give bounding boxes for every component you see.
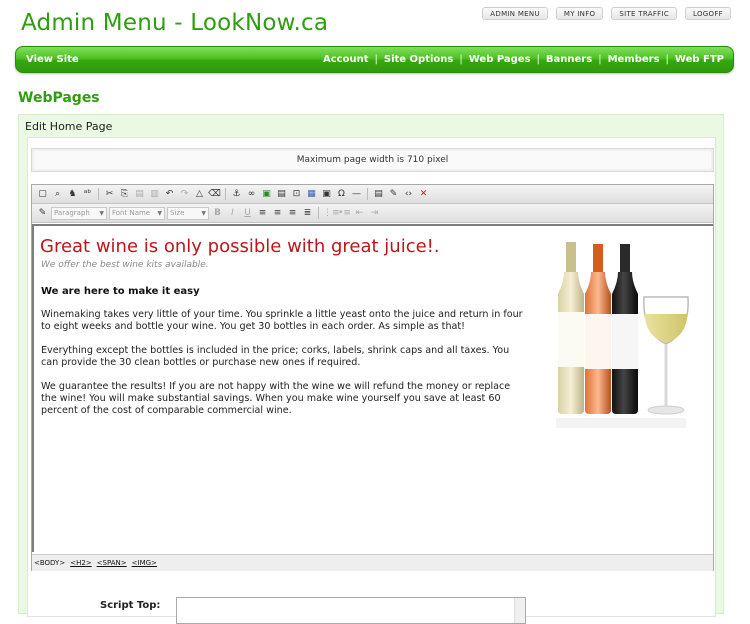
nav-separator: | bbox=[374, 54, 378, 65]
section-title: WebPages bbox=[18, 90, 100, 106]
font-name-select-label: Font Name bbox=[112, 208, 151, 217]
template-icon[interactable]: ▤ bbox=[372, 188, 385, 201]
chevron-down-icon: ▼ bbox=[157, 209, 162, 217]
paragraph-select-label: Paragraph bbox=[54, 208, 90, 217]
indent-icon[interactable]: ⇥ bbox=[368, 207, 381, 220]
nav-separator: | bbox=[536, 54, 540, 65]
link-icon[interactable]: ∞ bbox=[245, 188, 258, 201]
form-icon[interactable]: ▣ bbox=[320, 188, 333, 201]
anchor-icon[interactable]: ⚓ bbox=[230, 188, 243, 201]
code-view-icon[interactable]: ‹› bbox=[402, 188, 415, 201]
nav-separator: | bbox=[598, 54, 602, 65]
fullscreen-icon[interactable]: ▢ bbox=[36, 188, 49, 201]
content-subhead: We are here to make it easy bbox=[41, 286, 200, 297]
content-paragraph: We guarantee the results! If you are not… bbox=[41, 381, 511, 416]
align-left-icon[interactable]: ≡ bbox=[256, 207, 269, 220]
panel-title: Edit Home Page bbox=[25, 120, 113, 133]
top-links: ADMIN MENU MY INFO SITE TRAFFIC LOGOFF bbox=[482, 7, 731, 20]
script-top-scrollbar[interactable] bbox=[514, 598, 525, 623]
align-right-icon[interactable]: ≡ bbox=[286, 207, 299, 220]
undo-icon[interactable]: ↶ bbox=[163, 188, 176, 201]
nav-members[interactable]: Members bbox=[608, 54, 660, 65]
underline-icon[interactable]: U bbox=[241, 207, 254, 220]
chevron-down-icon: ▼ bbox=[99, 209, 104, 217]
horizontal-rule-icon[interactable]: — bbox=[350, 188, 363, 201]
content-paragraph: Everything except the bottles is include… bbox=[41, 345, 510, 368]
wysiwyg-editor: ▢ ⌕ ♞ ᵃᵇ ✂ ⎘ ▤ ▥ ↶ ↷ △ ⌫ ⚓ ∞ ▣ ▤ ⊡ ▦ ▣ Ω… bbox=[31, 184, 714, 571]
editor-toolbar-top: ▢ ⌕ ♞ ᵃᵇ ✂ ⎘ ▤ ▥ ↶ ↷ △ ⌫ ⚓ ∞ ▣ ▤ ⊡ ▦ ▣ Ω… bbox=[32, 185, 713, 204]
chevron-down-icon: ▼ bbox=[201, 209, 206, 217]
find-icon[interactable]: ♞ bbox=[66, 188, 79, 201]
width-note: Maximum page width is 710 pixel bbox=[31, 148, 714, 172]
site-title: Admin Menu - LookNow.ca bbox=[21, 10, 329, 36]
align-center-icon[interactable]: ≡ bbox=[271, 207, 284, 220]
ordered-list-icon[interactable]: ⋮≡ bbox=[323, 207, 340, 220]
redo-icon[interactable]: ↷ bbox=[178, 188, 191, 201]
nav-separator: | bbox=[459, 54, 463, 65]
outdent-icon[interactable]: ⇤ bbox=[353, 207, 366, 220]
script-top-label: Script Top: bbox=[100, 600, 161, 611]
unordered-list-icon[interactable]: •≡ bbox=[338, 207, 351, 220]
close-icon[interactable]: ✕ bbox=[417, 188, 430, 201]
nav-banners[interactable]: Banners bbox=[546, 54, 592, 65]
nav-web-ftp[interactable]: Web FTP bbox=[675, 54, 724, 65]
my-info-link[interactable]: MY INFO bbox=[555, 7, 604, 20]
spellcheck-icon[interactable]: ᵃᵇ bbox=[81, 188, 94, 201]
editor-path-bar: <BODY> <H2> <SPAN> <IMG> bbox=[32, 554, 713, 571]
paragraph-select[interactable]: Paragraph ▼ bbox=[51, 206, 107, 220]
image-icon[interactable]: ▣ bbox=[260, 188, 273, 201]
path-body[interactable]: <BODY> bbox=[34, 555, 65, 571]
nav-account[interactable]: Account bbox=[323, 54, 368, 65]
path-img[interactable]: <IMG> bbox=[132, 555, 157, 571]
paste-text-icon[interactable]: ▥ bbox=[148, 188, 161, 201]
nav-view-site[interactable]: View Site bbox=[26, 54, 79, 65]
paste-icon[interactable]: ▤ bbox=[133, 188, 146, 201]
path-span[interactable]: <SPAN> bbox=[97, 555, 127, 571]
italic-icon[interactable]: I bbox=[226, 207, 239, 220]
content-subline: We offer the best wine kits available. bbox=[41, 260, 209, 270]
content-headline: Great wine is only possible with great j… bbox=[40, 236, 440, 257]
flash-icon[interactable]: ▤ bbox=[275, 188, 288, 201]
logoff-link[interactable]: LOGOFF bbox=[685, 7, 731, 20]
size-select-label: Size bbox=[170, 208, 185, 217]
table-icon[interactable]: ▦ bbox=[305, 188, 318, 201]
admin-menu-link[interactable]: ADMIN MENU bbox=[482, 7, 548, 20]
copy-icon[interactable]: ⎘ bbox=[118, 188, 131, 201]
clean-format-icon[interactable]: △ bbox=[193, 188, 206, 201]
toolbar-separator bbox=[367, 188, 368, 200]
editor-toolbar-format: ✎ Paragraph ▼ Font Name ▼ Size ▼ B I U ≡ ≡ … bbox=[32, 204, 713, 223]
nav-web-pages[interactable]: Web Pages bbox=[469, 54, 531, 65]
font-name-select[interactable]: Font Name ▼ bbox=[109, 206, 165, 220]
nav-site-options[interactable]: Site Options bbox=[384, 54, 453, 65]
special-char-icon[interactable]: Ω bbox=[335, 188, 348, 201]
size-select[interactable]: Size ▼ bbox=[167, 206, 209, 220]
media-icon[interactable]: ⊡ bbox=[290, 188, 303, 201]
nav-separator: | bbox=[665, 54, 669, 65]
cut-icon[interactable]: ✂ bbox=[103, 188, 116, 201]
panel-inner: Maximum page width is 710 pixel ▢ ⌕ ♞ ᵃᵇ… bbox=[27, 137, 716, 624]
toolbar-separator bbox=[225, 188, 226, 200]
path-h2[interactable]: <H2> bbox=[70, 555, 91, 571]
site-traffic-link[interactable]: SITE TRAFFIC bbox=[611, 7, 678, 20]
style-brush-icon[interactable]: ✎ bbox=[36, 207, 49, 220]
wine-bottles-image bbox=[556, 242, 689, 428]
content-paragraph: Winemaking takes very little of your tim… bbox=[41, 309, 523, 332]
bold-icon[interactable]: B bbox=[211, 207, 224, 220]
toolbar-separator bbox=[318, 207, 319, 219]
toolbar-separator bbox=[98, 188, 99, 200]
align-justify-icon[interactable]: ≣ bbox=[301, 207, 314, 220]
editor-content[interactable]: Great wine is only possible with great j… bbox=[32, 224, 713, 552]
main-navbar: View Site Account | Site Options | Web P… bbox=[15, 46, 734, 73]
edit-icon[interactable]: ✎ bbox=[387, 188, 400, 201]
edit-panel: Edit Home Page Maximum page width is 710… bbox=[18, 114, 724, 624]
script-top-field[interactable] bbox=[176, 597, 526, 624]
eraser-icon[interactable]: ⌫ bbox=[208, 188, 221, 201]
nav-menu: Account | Site Options | Web Pages | Ban… bbox=[323, 54, 724, 65]
preview-icon[interactable]: ⌕ bbox=[51, 188, 64, 201]
